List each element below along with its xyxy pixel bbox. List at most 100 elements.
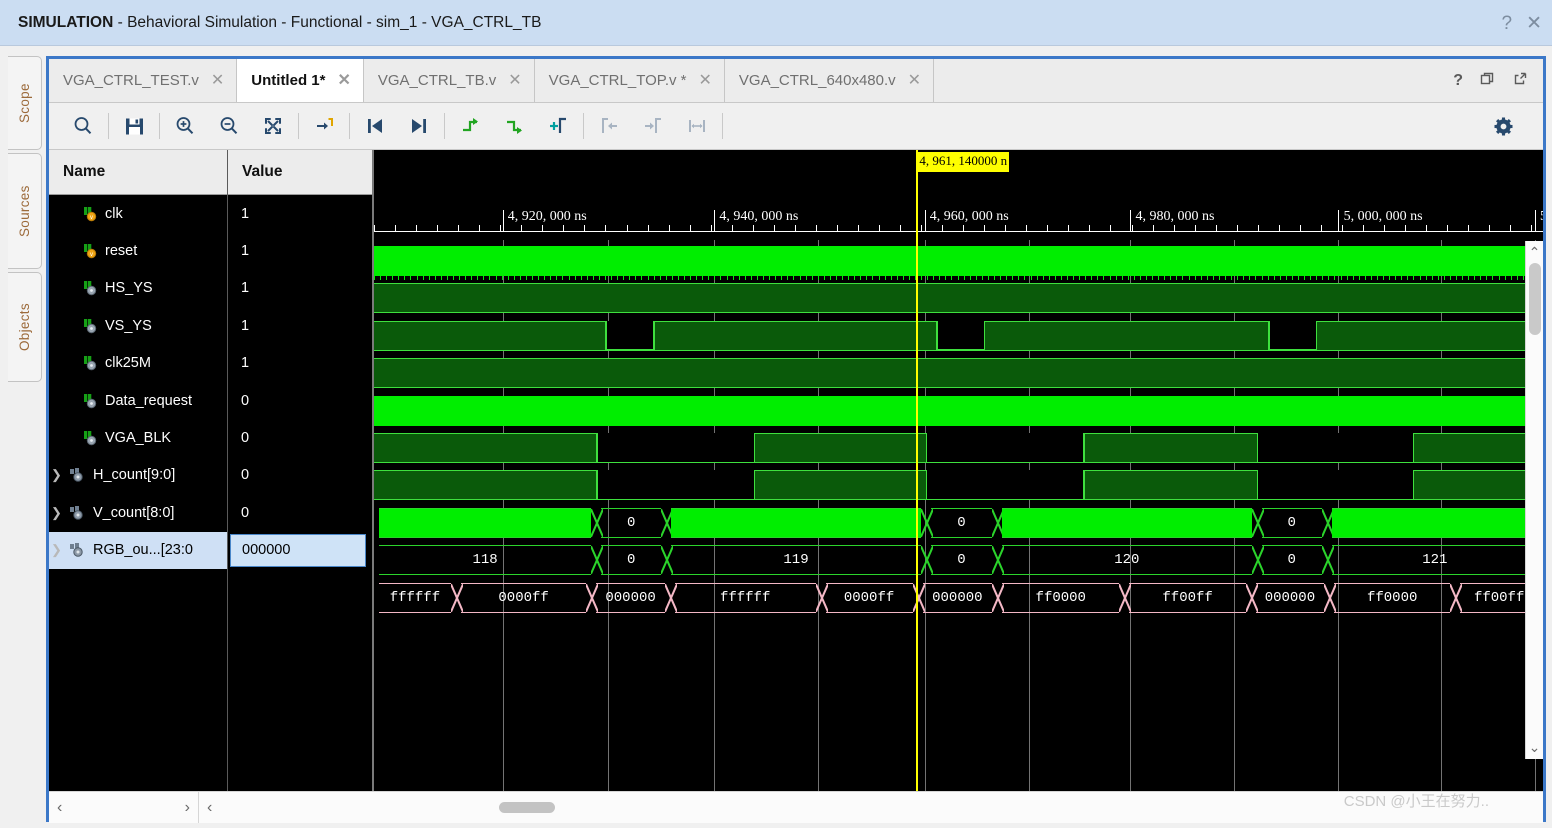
bus-value-label: 121 [1422, 552, 1448, 569]
signal-value-field[interactable]: 000000 [230, 533, 366, 567]
signal-row-rgb-ou-23-0[interactable]: ❯ RGB_ou...[23:0 [49, 531, 227, 569]
zoom-fit-icon[interactable] [251, 106, 295, 146]
gear-icon[interactable] [1481, 106, 1525, 146]
signal-row-vga-blk[interactable]: VGA_BLK [49, 419, 227, 456]
sidebar-item-objects[interactable]: Objects [8, 272, 42, 382]
waveform-row-reset [374, 283, 1543, 314]
signal-value-reset[interactable]: 1 [228, 232, 372, 269]
signal-type-icon [69, 542, 86, 558]
signal-row-v-count-8-0-[interactable]: ❯ V_count[8:0] [49, 494, 227, 531]
expand-arrow-icon[interactable]: ❯ [51, 467, 67, 483]
save-icon[interactable] [112, 106, 156, 146]
tab-untitled-1[interactable]: Untitled 1* ✕ [237, 59, 364, 102]
float-window-icon[interactable] [1512, 70, 1529, 92]
zoom-in-icon[interactable] [163, 106, 207, 146]
time-cursor[interactable] [916, 150, 919, 791]
close-icon[interactable]: ✕ [699, 72, 712, 89]
vertical-tab-strip: Scope Sources Objects [8, 56, 46, 818]
ruler-minor-tick [416, 225, 418, 232]
tab-vga-ctrl-test[interactable]: VGA_CTRL_TEST.v ✕ [49, 59, 238, 102]
zoom-out-icon[interactable] [207, 106, 251, 146]
signal-row-h-count-9-0-[interactable]: ❯ H_count[9:0] [49, 457, 227, 494]
close-icon[interactable]: ✕ [908, 72, 921, 89]
vertical-scrollbar[interactable]: ⌃ ⌄ [1525, 241, 1543, 759]
signal-value-v-count-8-0-[interactable]: 0 [228, 494, 372, 531]
scroll-left-icon[interactable]: ‹ [57, 799, 62, 817]
title-bar-actions: ? ✕ [1502, 0, 1543, 46]
sidebar-item-scope[interactable]: Scope [8, 56, 42, 150]
signal-value-vs-ys[interactable]: 1 [228, 307, 372, 344]
ruler-minor-tick [1405, 225, 1407, 232]
signal-value-rgb-ou-23-0[interactable]: 000000 [228, 532, 372, 569]
help-icon[interactable]: ? [1502, 14, 1513, 33]
waveform-horizontal-scrollbar[interactable]: ‹ [199, 792, 1543, 823]
scroll-left-icon[interactable]: ‹ [207, 799, 212, 817]
restore-window-icon[interactable] [1479, 70, 1496, 92]
signal-value-vga-blk[interactable]: 0 [228, 419, 372, 456]
next-marker-icon[interactable] [492, 106, 536, 146]
scroll-right-icon[interactable]: › [185, 799, 190, 817]
previous-edge-icon[interactable] [587, 106, 631, 146]
close-icon[interactable]: ✕ [337, 72, 350, 89]
sidebar-item-sources[interactable]: Sources [8, 153, 42, 269]
scroll-up-icon[interactable]: ⌃ [1529, 244, 1541, 261]
measure-span-icon[interactable] [675, 106, 719, 146]
vertical-scrollbar-thumb[interactable] [1529, 263, 1541, 335]
help-icon[interactable]: ? [1453, 72, 1463, 90]
next-edge-icon[interactable] [631, 106, 675, 146]
signal-value-h-count-9-0-[interactable]: 0 [228, 457, 372, 494]
bus-value-segment [1331, 507, 1538, 538]
expand-arrow-icon[interactable]: ❯ [51, 542, 67, 558]
signal-value-clk25m[interactable]: 1 [228, 345, 372, 382]
ruler-minor-tick [458, 225, 460, 232]
signal-row-clk[interactable]: v clk [49, 195, 227, 232]
waveform-row-hs-ys [374, 320, 1543, 351]
expand-arrow-icon[interactable]: ❯ [51, 505, 67, 521]
signal-value-data-request[interactable]: 0 [228, 382, 372, 419]
waveform-canvas[interactable]: 4, 920, 000 ns 4, 940, 000 ns 4, 960, 000 … [372, 150, 1543, 791]
signal-value-clk[interactable]: 1 [228, 195, 372, 232]
name-column-scrollbar[interactable]: ‹ › [49, 792, 199, 823]
signal-value-hs-ys[interactable]: 1 [228, 270, 372, 307]
bus-value-segment: 0 [1261, 507, 1322, 538]
ruler-minor-tick [1236, 225, 1238, 232]
close-icon[interactable]: ✕ [1526, 14, 1542, 33]
time-ruler[interactable]: 4, 920, 000 ns 4, 940, 000 ns 4, 960, 000 … [374, 150, 1543, 240]
ruler-minor-tick [479, 225, 481, 232]
bus-value-label: 120 [1114, 552, 1140, 569]
tab-vga-ctrl-640x480[interactable]: VGA_CTRL_640x480.v ✕ [724, 59, 935, 102]
ruler-minor-tick [1384, 225, 1386, 232]
signal-row-reset[interactable]: v reset [49, 232, 227, 269]
signal-row-data-request[interactable]: Data_request [49, 382, 227, 419]
waveform-row-rgb-ou-23-0: ffffff 0000ff 000000 ffffff 0000ff 000000 ff00… [374, 582, 1543, 613]
signal-row-clk25m[interactable]: clk25M [49, 345, 227, 382]
waveform-segment-low [925, 433, 1085, 463]
tab-vga-ctrl-tb[interactable]: VGA_CTRL_TB.v ✕ [363, 59, 535, 102]
bus-value-segment: 0 [930, 507, 993, 538]
previous-marker-icon[interactable] [448, 106, 492, 146]
ruler-minor-tick [1299, 225, 1301, 232]
column-header-name: Name [49, 150, 227, 195]
scroll-down-icon[interactable]: ⌄ [1529, 739, 1541, 756]
bus-value-segment: 118 [379, 545, 592, 576]
ruler-minor-tick [1047, 225, 1049, 232]
previous-transition-icon[interactable] [353, 106, 397, 146]
toolbar-separator [159, 113, 160, 139]
add-marker-icon[interactable] [536, 106, 580, 146]
signal-value-rows: 1 1 1 1 1 0 0 0 0 000000 [228, 195, 372, 569]
ruler-minor-tick [668, 225, 670, 232]
next-transition-icon[interactable] [397, 106, 441, 146]
tab-label: Untitled 1* [251, 72, 326, 89]
tab-vga-ctrl-top[interactable]: VGA_CTRL_TOP.v * ✕ [534, 59, 725, 102]
toolbar-separator [298, 113, 299, 139]
close-icon[interactable]: ✕ [211, 72, 224, 89]
signal-row-vs-ys[interactable]: VS_YS [49, 307, 227, 344]
signal-row-hs-ys[interactable]: HS_YS [49, 270, 227, 307]
search-icon[interactable] [61, 106, 105, 146]
horizontal-scrollbar-thumb[interactable] [499, 802, 555, 813]
go-to-time-icon[interactable] [302, 106, 346, 146]
ruler-minor-tick [1131, 225, 1133, 232]
close-icon[interactable]: ✕ [508, 72, 521, 89]
waveform-segment-low [596, 470, 756, 501]
waveform-panel: VGA_CTRL_TEST.v ✕ Untitled 1* ✕ VGA_CTRL… [46, 56, 1546, 823]
